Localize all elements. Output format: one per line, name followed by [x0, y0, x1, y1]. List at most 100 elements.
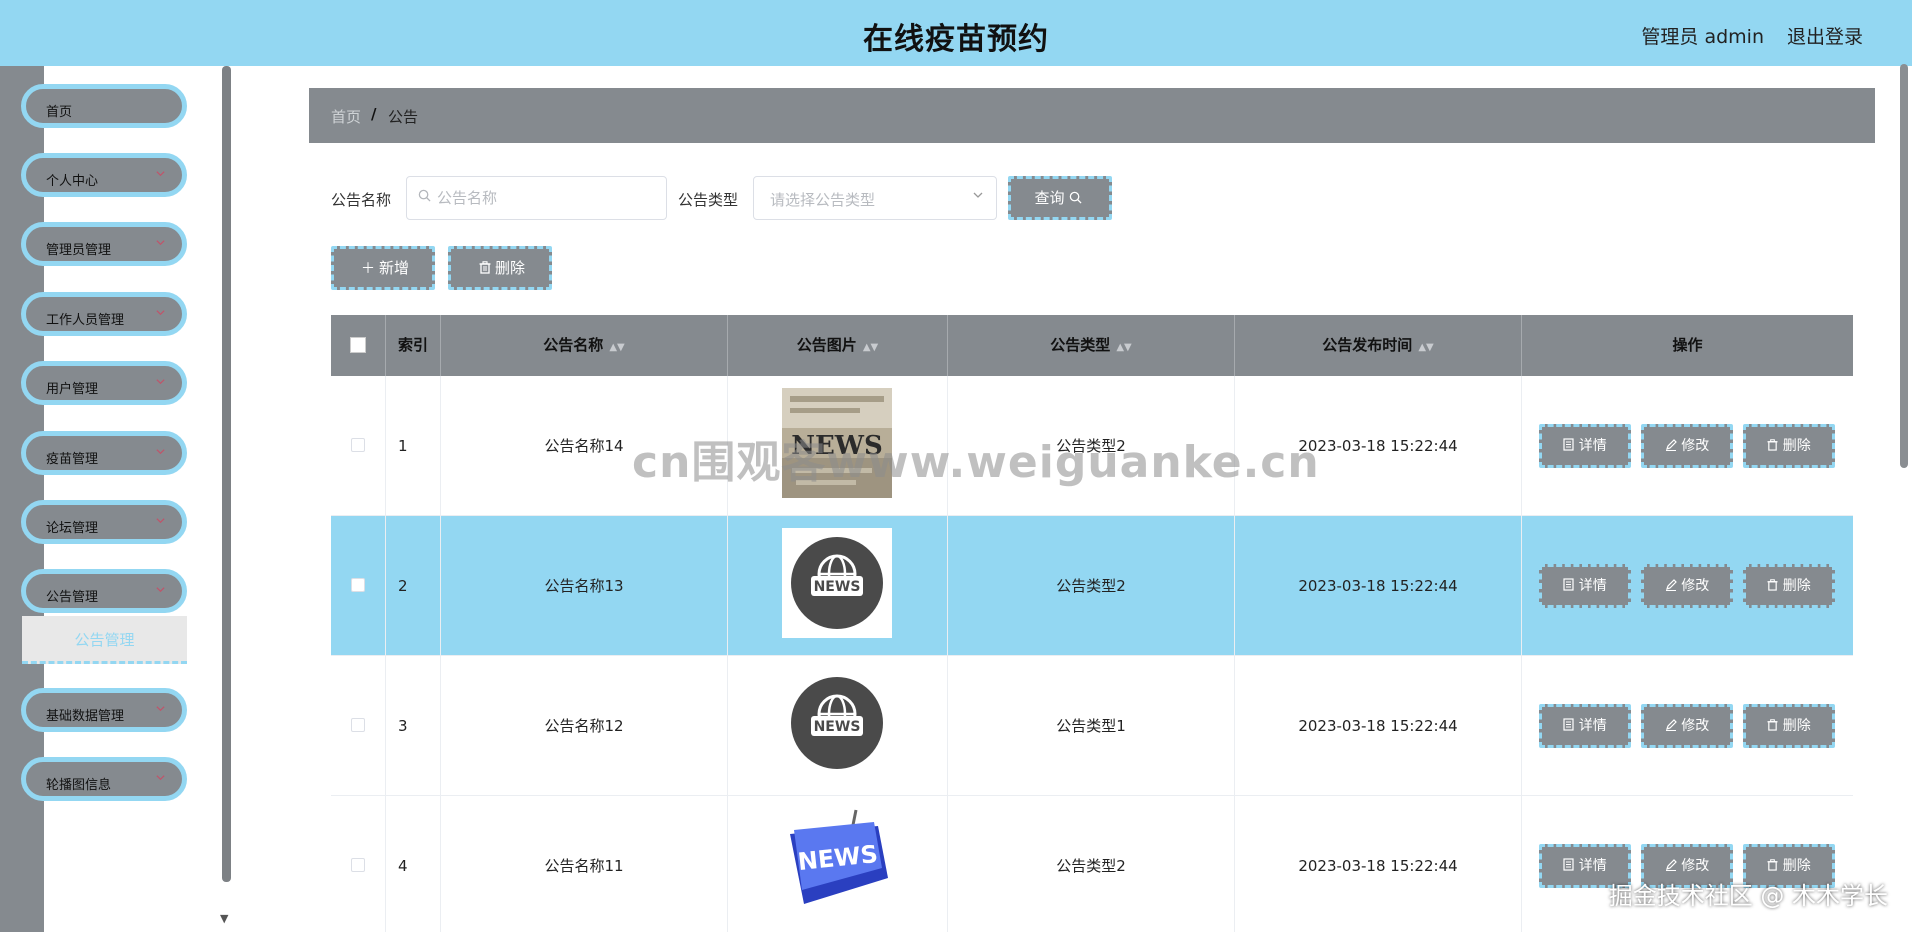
breadcrumb-current: 公告 — [388, 108, 419, 126]
edit-label: 修改 — [1681, 438, 1710, 454]
sidebar-item[interactable]: 疫苗管理 — [21, 431, 187, 475]
delete-button[interactable]: 删除 — [1743, 564, 1835, 608]
thumb-text: NEWS — [814, 579, 861, 595]
select-all-checkbox[interactable] — [350, 336, 366, 353]
sidebar-item[interactable]: 个人中心 — [21, 153, 187, 197]
edit-button[interactable]: 修改 — [1641, 704, 1733, 748]
sidebar-item[interactable]: 用户管理 — [21, 361, 187, 405]
sort-icon[interactable]: ▲▼ — [1418, 342, 1433, 353]
row-actions: 详情 修改 删除 — [1522, 656, 1853, 796]
col-name-label: 公告名称 — [543, 336, 604, 354]
delete-label: 删除 — [1782, 858, 1811, 874]
detail-label: 详情 — [1578, 438, 1607, 454]
row-checkbox[interactable] — [351, 578, 365, 592]
chevron-down-icon — [155, 515, 166, 529]
row-index: 1 — [386, 376, 441, 516]
batch-delete-button[interactable]: 删除 — [448, 246, 552, 290]
sidebar-item[interactable]: 轮播图信息 — [21, 757, 187, 801]
detail-button[interactable]: 详情 — [1539, 424, 1631, 468]
row-checkbox[interactable] — [351, 438, 365, 452]
col-type[interactable]: 公告类型 ▲▼ — [948, 315, 1235, 376]
app-title: 在线疫苗预约 — [863, 22, 1049, 57]
col-type-label: 公告类型 — [1050, 336, 1111, 354]
col-actions: 操作 — [1672, 336, 1703, 354]
chevron-down-icon — [155, 376, 166, 390]
sidebar-item-label: 管理员管理 — [46, 243, 112, 258]
sidebar-item[interactable]: 基础数据管理 — [21, 688, 187, 732]
notice-thumbnail[interactable]: NEWS — [782, 528, 892, 638]
query-button[interactable]: 查询 — [1008, 176, 1112, 220]
row-name: 公告名称11 — [441, 796, 728, 932]
logout-link[interactable]: 退出登录 — [1787, 22, 1863, 49]
row-time: 2023-03-18 15:22:44 — [1235, 516, 1522, 656]
search-name-label: 公告名称 — [331, 191, 392, 209]
top-header: 在线疫苗预约 管理员 admin 退出登录 — [0, 0, 1912, 66]
current-user: 管理员 admin — [1641, 26, 1764, 48]
row-actions: 详情 修改 删除 — [1522, 796, 1853, 932]
row-select-cell[interactable] — [331, 796, 386, 932]
delete-label: 删除 — [1782, 718, 1811, 734]
sidebar-scrollbar[interactable] — [222, 66, 231, 882]
notice-type-select[interactable]: 请选择公告类型 — [753, 176, 997, 220]
add-label: 新增 — [378, 259, 409, 277]
row-index: 3 — [386, 656, 441, 796]
trash-icon — [1767, 438, 1778, 454]
sort-icon[interactable]: ▲▼ — [863, 342, 878, 353]
edit-button[interactable]: 修改 — [1641, 424, 1733, 468]
row-checkbox[interactable] — [351, 718, 365, 732]
search-name-field[interactable] — [406, 176, 667, 220]
sidebar-subitem-notice[interactable]: 公告管理 — [22, 616, 187, 664]
sidebar-item[interactable]: 管理员管理 — [21, 222, 187, 266]
delete-label: 删除 — [1782, 438, 1811, 454]
page-scrollbar[interactable] — [1900, 64, 1908, 468]
col-name[interactable]: 公告名称 ▲▼ — [441, 315, 728, 376]
chevron-down-icon — [155, 703, 166, 717]
row-image-cell: NEWS — [728, 516, 948, 656]
search-icon — [418, 189, 431, 206]
table-row[interactable]: 2 公告名称13 NEWS 公告类型2 2023-03-18 15:22:44 详情 修… — [331, 516, 1853, 656]
row-type: 公告类型2 — [948, 796, 1235, 932]
document-icon — [1563, 718, 1574, 734]
sidebar-item-label: 基础数据管理 — [46, 709, 125, 724]
sidebar-item-label: 首页 — [46, 105, 73, 120]
edit-label: 修改 — [1681, 578, 1710, 594]
sidebar-item-label: 个人中心 — [46, 174, 99, 189]
row-select-cell[interactable] — [331, 376, 386, 516]
sidebar-item[interactable]: 首页 — [21, 84, 187, 128]
scroll-down-icon[interactable]: ▼ — [220, 912, 228, 925]
col-image[interactable]: 公告图片 ▲▼ — [728, 315, 948, 376]
notice-thumbnail[interactable]: NEWS — [782, 808, 892, 918]
detail-button[interactable]: 详情 — [1539, 564, 1631, 608]
notice-thumbnail[interactable]: NEWS — [782, 668, 892, 778]
sort-icon[interactable]: ▲▼ — [609, 342, 624, 353]
sidebar-item[interactable]: 论坛管理 — [21, 500, 187, 544]
chevron-down-icon — [155, 237, 166, 251]
edit-button[interactable]: 修改 — [1641, 564, 1733, 608]
table-row[interactable]: 3 公告名称12 NEWS 公告类型1 2023-03-18 15:22:44 详情 修… — [331, 656, 1853, 796]
search-name-input[interactable] — [437, 185, 657, 211]
table-row[interactable]: 4 公告名称11 NEWS 公告类型2 2023-03-18 15:22:44 详情 修… — [331, 796, 1853, 932]
table-header: 索引 公告名称 ▲▼ 公告图片 ▲▼ 公告类型 ▲▼ 公告发布时间 ▲▼ 操作 — [331, 315, 1853, 376]
row-image-cell: NEWS — [728, 796, 948, 932]
trash-icon — [1767, 858, 1778, 874]
row-checkbox[interactable] — [351, 858, 365, 872]
delete-button[interactable]: 删除 — [1743, 704, 1835, 748]
document-icon — [1563, 578, 1574, 594]
sort-icon[interactable]: ▲▼ — [1116, 342, 1131, 353]
add-button[interactable]: ＋新增 — [331, 246, 435, 290]
breadcrumb-home[interactable]: 首页 — [331, 106, 361, 127]
sidebar-item-label: 疫苗管理 — [46, 452, 99, 467]
delete-button[interactable]: 删除 — [1743, 424, 1835, 468]
row-select-cell[interactable] — [331, 656, 386, 796]
sidebar: 首页个人中心管理员管理工作人员管理 用户管理疫苗管理论坛管理公告管理基础数据管理轮… — [0, 66, 232, 932]
row-type: 公告类型2 — [948, 516, 1235, 656]
col-time[interactable]: 公告发布时间 ▲▼ — [1235, 315, 1522, 376]
trash-icon — [479, 261, 491, 277]
select-all-cell[interactable] — [331, 315, 386, 376]
row-select-cell[interactable] — [331, 516, 386, 656]
sidebar-item[interactable]: 工作人员管理 — [21, 292, 187, 336]
detail-button[interactable]: 详情 — [1539, 704, 1631, 748]
sidebar-item[interactable]: 公告管理 — [21, 569, 187, 613]
row-name: 公告名称13 — [441, 516, 728, 656]
breadcrumb-separator: / — [371, 105, 377, 123]
